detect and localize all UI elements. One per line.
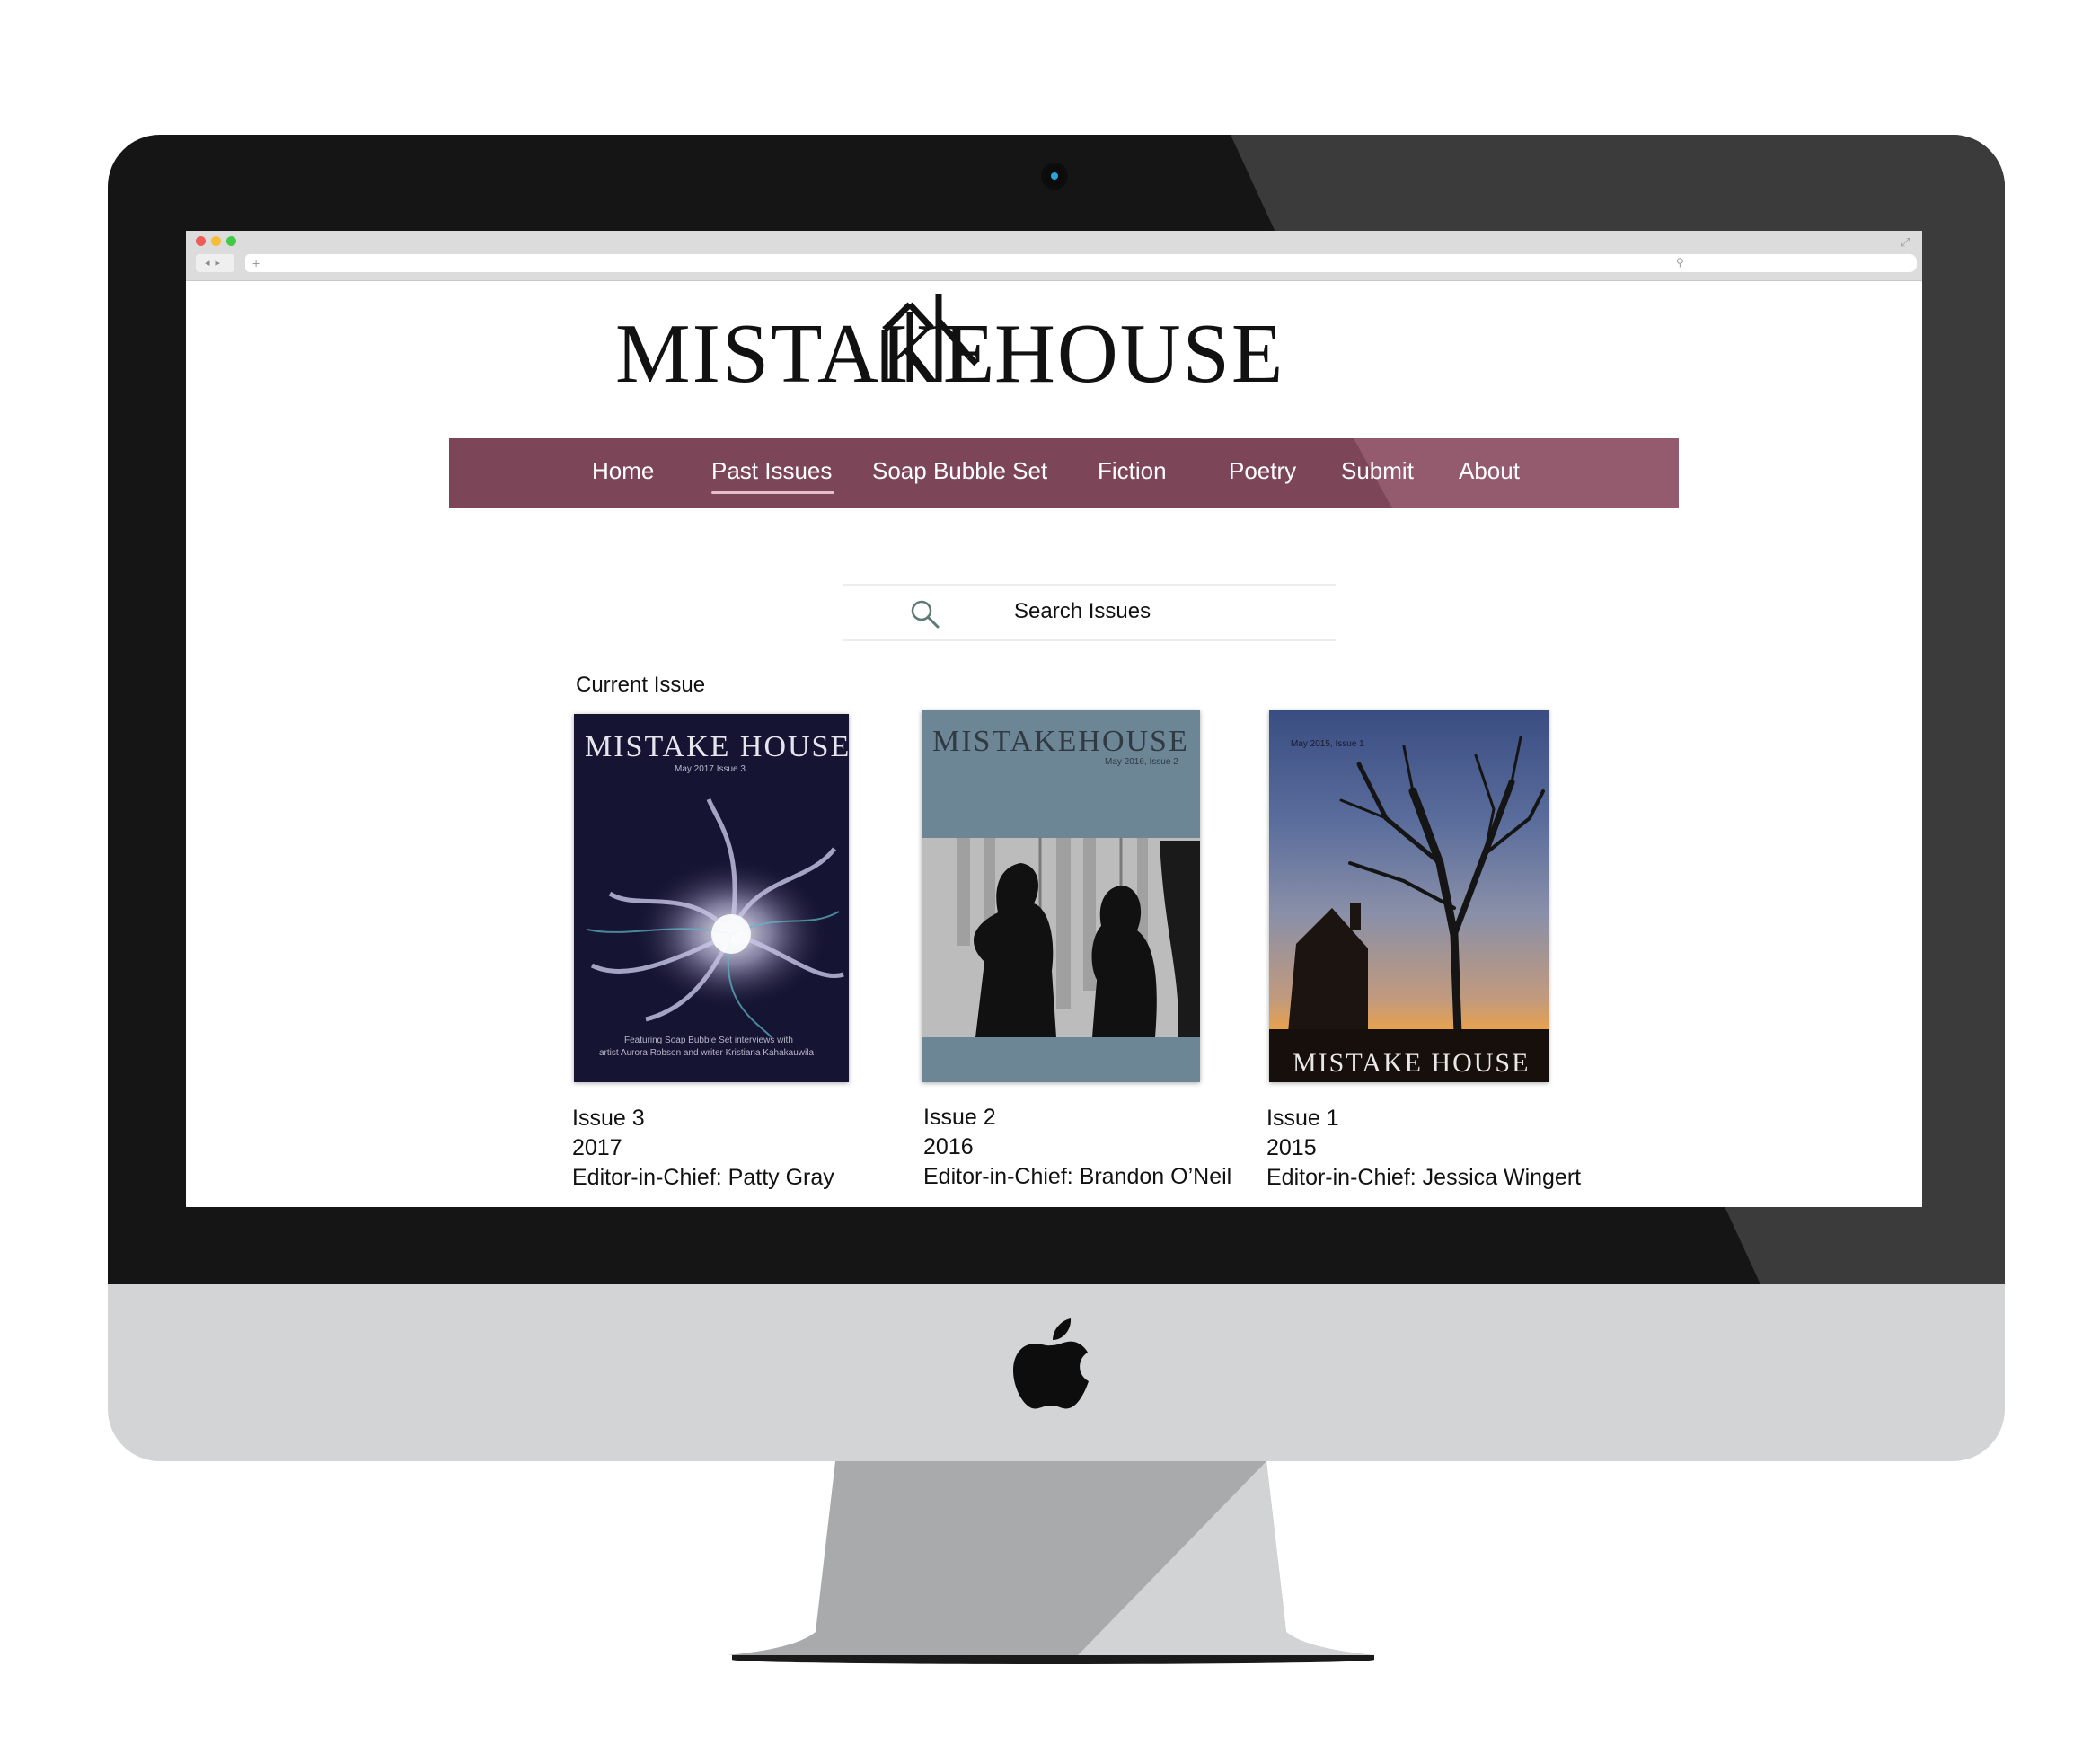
nav-past-issues[interactable]: Past Issues bbox=[711, 457, 835, 494]
issue-editor: Editor-in-Chief: Brandon O’Neil bbox=[923, 1164, 1232, 1189]
nav-soap-bubble-set[interactable]: Soap Bubble Set bbox=[872, 457, 1047, 485]
nav-about[interactable]: About bbox=[1459, 457, 1520, 485]
browser-toolbar: ◂▸ + ⚲ ⤢ bbox=[186, 231, 1922, 281]
tree-and-house-image bbox=[1269, 736, 1549, 1082]
cover-title: MISTAKE HOUSE bbox=[585, 730, 849, 763]
search-icon bbox=[911, 600, 940, 629]
webcam bbox=[1045, 166, 1064, 186]
cover-caption: Featuring Soap Bubble Set interviews wit… bbox=[624, 1036, 793, 1045]
maximize-window-button[interactable] bbox=[226, 236, 236, 246]
search-label: Search Issues bbox=[1014, 599, 1151, 623]
issue-year: 2017 bbox=[572, 1135, 622, 1160]
issue-1-details: Issue 1 2015 Editor-in-Chief: Jessica Wi… bbox=[1266, 1104, 1581, 1193]
cover-subtitle: May 2017 Issue 3 bbox=[675, 764, 746, 774]
issue-editor: Editor-in-Chief: Patty Gray bbox=[572, 1165, 834, 1190]
issue-year: 2016 bbox=[923, 1134, 974, 1159]
page-content: MISTAKE HOUSE Home Past Issues Soap Bubb… bbox=[186, 281, 1922, 1207]
issue-year: 2015 bbox=[1266, 1135, 1317, 1160]
main-nav: Home Past Issues Soap Bubble Set Fiction… bbox=[449, 438, 1679, 508]
back-forward-buttons[interactable]: ◂▸ bbox=[196, 254, 234, 272]
issue-3-cover[interactable]: MISTAKE HOUSE May 2017 Issue 3 Featuring… bbox=[574, 714, 849, 1082]
nav-submit[interactable]: Submit bbox=[1341, 457, 1414, 485]
logo-text-right: HOUSE bbox=[994, 307, 1285, 401]
site-logo[interactable]: MISTAKE HOUSE bbox=[615, 294, 1460, 396]
apple-logo-icon bbox=[1013, 1318, 1089, 1409]
search-issues-input[interactable]: Search Issues bbox=[843, 584, 1336, 641]
nav-poetry[interactable]: Poetry bbox=[1229, 457, 1296, 485]
stand-base bbox=[732, 1655, 1374, 1664]
fullscreen-icon[interactable]: ⤢ bbox=[1901, 235, 1910, 250]
close-window-button[interactable] bbox=[196, 236, 206, 246]
search-icon: ⚲ bbox=[1676, 256, 1684, 269]
browser-search-field[interactable]: ⚲ bbox=[1669, 254, 1917, 272]
issue-2-details: Issue 2 2016 Editor-in-Chief: Brandon O’… bbox=[923, 1103, 1231, 1192]
cover-title: MISTAKEHOUSE bbox=[932, 725, 1189, 758]
issue-3-details: Issue 3 2017 Editor-in-Chief: Patty Gray bbox=[572, 1104, 834, 1193]
nav-fiction[interactable]: Fiction bbox=[1098, 457, 1167, 485]
cover-title: MISTAKE HOUSE bbox=[1293, 1048, 1531, 1078]
cover-caption: artist Aurora Robson and writer Kristian… bbox=[599, 1048, 815, 1058]
new-tab-icon[interactable]: + bbox=[252, 254, 260, 272]
house-logo-icon bbox=[881, 294, 979, 382]
issue-2-cover[interactable]: MISTAKEHOUSE May 2016, Issue 2 bbox=[922, 710, 1200, 1082]
monitor-stand bbox=[728, 1461, 1374, 1655]
browser-window: ◂▸ + ⚲ ⤢ MISTAKE HOUSE Home Past Issues … bbox=[186, 231, 1922, 1207]
minimize-window-button[interactable] bbox=[211, 236, 221, 246]
nav-home[interactable]: Home bbox=[592, 457, 654, 485]
issue-number[interactable]: Issue 3 bbox=[572, 1104, 834, 1133]
issue-1-cover[interactable]: May 2015, Issue 1 MISTAKE HOUSE bbox=[1269, 710, 1549, 1082]
issue-number[interactable]: Issue 1 bbox=[1266, 1104, 1581, 1133]
address-bar[interactable]: + bbox=[245, 254, 1839, 272]
cover-subtitle: May 2016, Issue 2 bbox=[1105, 757, 1178, 767]
current-issue-label: Current Issue bbox=[576, 673, 706, 697]
issue-editor: Editor-in-Chief: Jessica Wingert bbox=[1266, 1165, 1582, 1190]
cover-subtitle: May 2015, Issue 1 bbox=[1291, 739, 1364, 749]
issue-number[interactable]: Issue 2 bbox=[923, 1103, 1231, 1133]
